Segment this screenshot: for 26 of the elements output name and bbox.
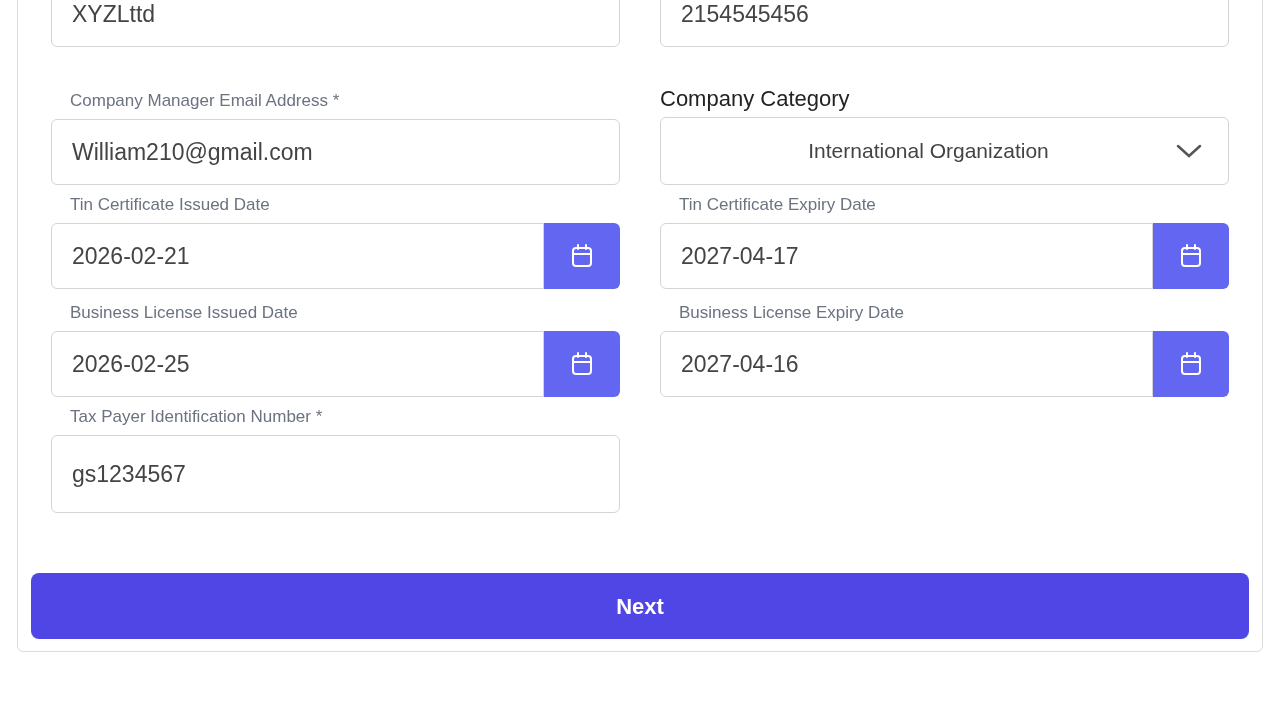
- calendar-icon: [1180, 244, 1202, 268]
- field-label: Tin Certificate Expiry Date: [679, 195, 877, 215]
- calendar-icon: [571, 352, 593, 376]
- input-field[interactable]: XYZLttd: [51, 0, 620, 47]
- input-field[interactable]: William210@gmail.com: [51, 119, 620, 185]
- calendar-icon: [1180, 352, 1202, 376]
- input-field[interactable]: gs1234567: [51, 435, 620, 513]
- category-select[interactable]: International Organization: [660, 117, 1229, 185]
- date-field[interactable]: 2026-02-21: [51, 223, 544, 289]
- field-label: Business License Expiry Date: [679, 303, 905, 323]
- calendar-button[interactable]: [1153, 223, 1229, 289]
- calendar-button[interactable]: [544, 223, 620, 289]
- field-label: Company Manager Email Address *: [70, 91, 341, 111]
- calendar-button[interactable]: [1153, 331, 1229, 397]
- field-label: Business License Issued Date: [70, 303, 299, 323]
- field-label: Tax Payer Identification Number *: [70, 407, 324, 427]
- date-field[interactable]: 2027-04-17: [660, 223, 1153, 289]
- calendar-button[interactable]: [544, 331, 620, 397]
- date-field[interactable]: 2027-04-16: [660, 331, 1153, 397]
- chevron-down-icon: [1176, 144, 1202, 158]
- input-field[interactable]: 2154545456: [660, 0, 1229, 47]
- field-label: Company Category: [660, 85, 851, 113]
- calendar-icon: [571, 244, 593, 268]
- date-field[interactable]: 2026-02-25: [51, 331, 544, 397]
- next-button[interactable]: Next: [31, 573, 1249, 639]
- field-label: Tin Certificate Issued Date: [70, 195, 271, 215]
